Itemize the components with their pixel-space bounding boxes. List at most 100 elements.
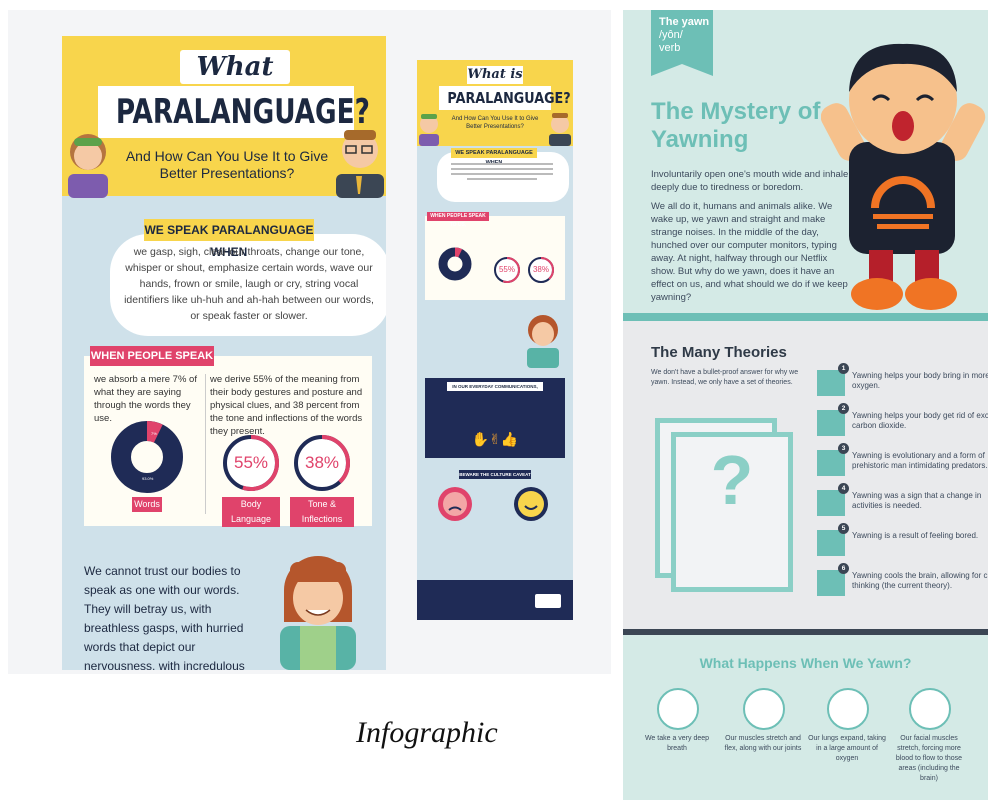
mini-title-box: PARALANGUAGE? (439, 86, 571, 110)
mini-tone-pct: 38% (532, 265, 549, 274)
theory-6-icon (817, 570, 845, 596)
step-1-text: We take a very deep breath (644, 735, 710, 752)
section-divider-dark (623, 629, 988, 635)
mini-woman-body (419, 134, 439, 146)
definition-part-of-speech: verb (659, 42, 681, 54)
definition-text: The yawn /yôn/ verb (659, 16, 711, 55)
mini-what-is-text: What is (467, 67, 523, 82)
face-stretch-icon (909, 688, 951, 730)
shirt-logo-line-1 (873, 214, 933, 219)
mini-speak-lines (447, 160, 557, 183)
theory-2-icon (817, 410, 845, 436)
figure-caption: Infographic (356, 716, 498, 749)
character-right-shoe (905, 278, 957, 310)
mini-paralanguage-infographic: What is PARALANGUAGE? And How Can You Us… (417, 60, 573, 620)
happy-face-inner (518, 491, 544, 517)
definition-word: The yawn (659, 16, 710, 28)
theory-5-icon (817, 530, 845, 556)
theory-1-icon (817, 370, 845, 396)
theory-2-text: Yawning helps your body get rid of exces… (852, 411, 988, 430)
body-label: Body Language (222, 497, 280, 527)
character-yawning-mouth (892, 111, 914, 141)
body-pct: 55% (233, 453, 269, 472)
absorb-text: we absorb a mere 7% of what they are say… (94, 374, 197, 424)
mini-man-illustration (549, 113, 571, 146)
mini-girl-illustration (527, 315, 559, 368)
stats-divider (205, 374, 206, 514)
angry-face-inner (443, 492, 467, 516)
theory-3-number: 3 (838, 443, 849, 454)
tone-label: Tone & Inflections (290, 497, 354, 527)
infographic-subtitle: And How Can You Use It to Give Better Pr… (125, 148, 329, 181)
mini-when-heading: WHEN PEOPLE SPEAK TO US, (427, 212, 489, 228)
angry-face-icon (438, 487, 472, 521)
theory-1-number: 1 (838, 363, 849, 374)
mini-girl-face (532, 322, 554, 346)
mini-donut-slice (454, 247, 463, 258)
donut-small-pct: 7% (151, 431, 157, 436)
shirt-logo-line-2 (877, 224, 929, 229)
what-is-box: What is (180, 50, 290, 116)
donut-label: Words (132, 497, 162, 512)
character-left-shoe (851, 278, 903, 310)
theory-3-text: Yawning is evolutionary and a form of pr… (852, 451, 988, 470)
theory-4-text: Yawning was a sign that a change in acti… (852, 491, 982, 510)
mini-footer-logo (535, 594, 561, 608)
question-mark: ? (710, 441, 754, 519)
mini-what-is-box: What is (467, 66, 523, 84)
section-divider (623, 313, 988, 321)
character-shirt (849, 142, 955, 254)
mini-everyday-heading: IN OUR EVERYDAY COMMUNICATIONS, (447, 382, 543, 391)
mini-woman-headband (421, 114, 437, 119)
mini-hand-gestures-icon: ✋✌👍 (471, 432, 519, 448)
derive-text: we derive 55% of the meaning from their … (210, 374, 363, 437)
man-hair (344, 130, 376, 140)
theory-6-number: 6 (838, 563, 849, 574)
ribbon-notch (651, 64, 713, 76)
mini-woman-illustration (419, 114, 439, 146)
donut-value: 93.0% (142, 476, 154, 481)
theory-5-number: 5 (838, 523, 849, 534)
man-illustration (336, 130, 384, 198)
when-heading: WHEN PEOPLE SPEAK TO US, (90, 346, 214, 382)
mini-text-line (451, 173, 553, 175)
step-3-text: Our lungs expand, taking in a large amou… (808, 735, 886, 762)
muscle-stretch-icon (743, 688, 785, 730)
mini-text-line (467, 178, 537, 180)
definition-pronunciation: /yôn/ (659, 29, 683, 41)
mini-man-hair (552, 113, 568, 118)
speak-heading: WE SPEAK PARALANGUAGE WHEN (144, 219, 314, 259)
woman-illustration (68, 134, 108, 198)
step-2-text: Our muscles stretch and flex, along with… (724, 735, 802, 752)
girl-illustration (280, 556, 356, 670)
mini-man-body (549, 134, 571, 146)
title-box: PARALANGUAGE? (98, 86, 370, 138)
mini-caveat-heading: BEWARE THE CULTURE CAVEAT (459, 470, 531, 479)
theory-1-text: Yawning helps your body bring in more ox… (852, 371, 988, 390)
tone-pct: 38% (304, 453, 340, 472)
mini-speak-heading: WE SPEAK PARALANGUAGE WHEN (451, 148, 537, 166)
paralanguage-infographic: What is PARALANGUAGE? And How Can You Us… (62, 36, 386, 670)
mini-subtitle: And How Can You Use It to Give Better Pr… (451, 116, 539, 130)
what-happens-title: What Happens When We Yawn? (699, 655, 912, 671)
happy-face-icon (514, 487, 548, 521)
theory-2-number: 2 (838, 403, 849, 414)
theory-5-text: Yawning is a result of feeling bored. (852, 531, 979, 540)
theory-6-text: Yawning cools the brain, allowing for cl… (852, 571, 988, 590)
theory-4-number: 4 (838, 483, 849, 494)
girl-apron (300, 626, 336, 670)
yawning-character-illustration (821, 43, 986, 310)
deep-breath-icon (657, 688, 699, 730)
yawning-infographic: The yawn /yôn/ verb The Mystery of Yawni… (623, 10, 988, 800)
woman-body (68, 174, 108, 198)
mini-girl-shirt (527, 348, 559, 368)
theories-title: The Many Theories (651, 344, 787, 361)
infographic-title: PARALANGUAGE? (115, 92, 370, 132)
theory-4-icon (817, 490, 845, 516)
girl-bangs (290, 562, 346, 582)
step-4-text: Our facial muscles stretch, forcing more… (895, 735, 963, 782)
speak-text: we gasp, sigh, clear our throats, change… (124, 246, 374, 322)
mini-body-pct: 55% (498, 265, 515, 274)
mini-text-line (451, 168, 553, 170)
mini-text-line (451, 163, 553, 165)
